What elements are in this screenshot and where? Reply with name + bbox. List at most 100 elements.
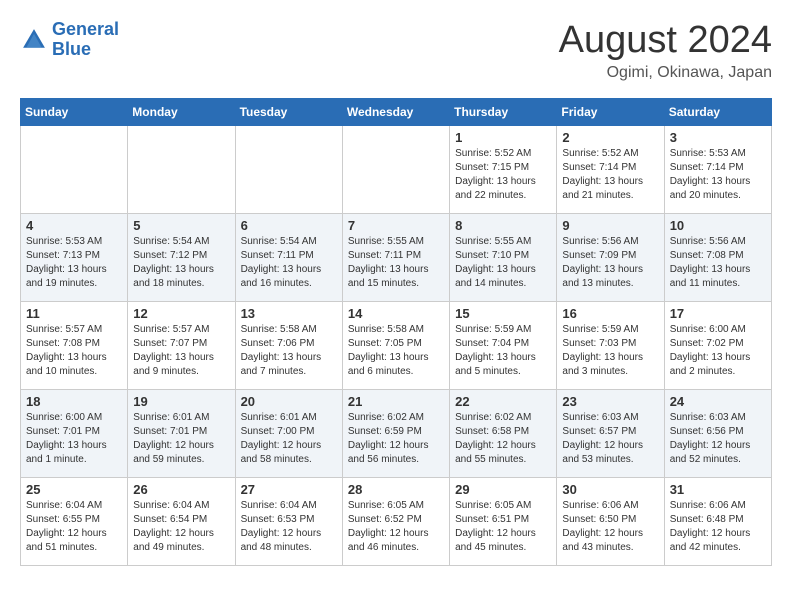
weekday-header-friday: Friday bbox=[557, 98, 664, 125]
calendar-cell: 13Sunrise: 5:58 AM Sunset: 7:06 PM Dayli… bbox=[235, 301, 342, 389]
day-number: 31 bbox=[670, 482, 766, 497]
day-info: Sunrise: 5:56 AM Sunset: 7:09 PM Dayligh… bbox=[562, 235, 658, 291]
logo-line2: Blue bbox=[52, 39, 91, 59]
day-info: Sunrise: 5:56 AM Sunset: 7:08 PM Dayligh… bbox=[670, 235, 766, 291]
calendar-cell: 14Sunrise: 5:58 AM Sunset: 7:05 PM Dayli… bbox=[342, 301, 449, 389]
calendar-cell: 21 Sunrise: 6:02 AM Sunset: 6:59 PM Dayli… bbox=[342, 389, 449, 477]
day-number: 9 bbox=[562, 218, 658, 233]
day-info: Sunrise: 6:03 AM Sunset: 6:56 PM Dayligh… bbox=[670, 411, 766, 467]
day-number: 5 bbox=[133, 218, 229, 233]
calendar-cell: 3Sunrise: 5:53 AM Sunset: 7:14 PM Daylig… bbox=[664, 125, 771, 213]
calendar-cell: 8 Sunrise: 5:55 AM Sunset: 7:10 PM Daylig… bbox=[450, 213, 557, 301]
page-header: General Blue August 2024 Ogimi, Okinawa,… bbox=[20, 20, 772, 82]
calendar-cell: 4 Sunrise: 5:53 AM Sunset: 7:13 PM Daylig… bbox=[21, 213, 128, 301]
calendar-cell: 25 Sunrise: 6:04 AM Sunset: 6:55 PM Dayli… bbox=[21, 477, 128, 565]
day-number: 27 bbox=[241, 482, 337, 497]
location: Ogimi, Okinawa, Japan bbox=[559, 64, 772, 82]
weekday-header-saturday: Saturday bbox=[664, 98, 771, 125]
calendar-cell bbox=[128, 125, 235, 213]
day-number: 14 bbox=[348, 306, 444, 321]
day-number: 30 bbox=[562, 482, 658, 497]
calendar-cell: 17 Sunrise: 6:00 AM Sunset: 7:02 PM Dayli… bbox=[664, 301, 771, 389]
day-number: 25 bbox=[26, 482, 122, 497]
calendar-cell: 9 Sunrise: 5:56 AM Sunset: 7:09 PM Daylig… bbox=[557, 213, 664, 301]
day-info: Sunrise: 6:05 AM Sunset: 6:52 PM Dayligh… bbox=[348, 499, 444, 555]
day-info: Sunrise: 5:53 AM Sunset: 7:14 PM Dayligh… bbox=[670, 147, 766, 203]
calendar-cell bbox=[342, 125, 449, 213]
day-info: Sunrise: 5:53 AM Sunset: 7:13 PM Dayligh… bbox=[26, 235, 122, 291]
calendar-cell: 30 Sunrise: 6:06 AM Sunset: 6:50 PM Dayli… bbox=[557, 477, 664, 565]
day-number: 8 bbox=[455, 218, 551, 233]
day-info: Sunrise: 6:06 AM Sunset: 6:50 PM Dayligh… bbox=[562, 499, 658, 555]
calendar-cell: 29 Sunrise: 6:05 AM Sunset: 6:51 PM Dayli… bbox=[450, 477, 557, 565]
day-number: 4 bbox=[26, 218, 122, 233]
day-info: Sunrise: 5:55 AM Sunset: 7:10 PM Dayligh… bbox=[455, 235, 551, 291]
day-number: 18 bbox=[26, 394, 122, 409]
day-number: 6 bbox=[241, 218, 337, 233]
day-number: 20 bbox=[241, 394, 337, 409]
calendar-cell: 31 Sunrise: 6:06 AM Sunset: 6:48 PM Dayli… bbox=[664, 477, 771, 565]
logo-text: General Blue bbox=[52, 20, 119, 60]
calendar-cell: 26 Sunrise: 6:04 AM Sunset: 6:54 PM Dayli… bbox=[128, 477, 235, 565]
day-number: 28 bbox=[348, 482, 444, 497]
day-number: 23 bbox=[562, 394, 658, 409]
day-info: Sunrise: 6:01 AM Sunset: 7:00 PM Dayligh… bbox=[241, 411, 337, 467]
calendar-cell: 28 Sunrise: 6:05 AM Sunset: 6:52 PM Dayli… bbox=[342, 477, 449, 565]
day-info: Sunrise: 6:04 AM Sunset: 6:55 PM Dayligh… bbox=[26, 499, 122, 555]
calendar-cell: 11 Sunrise: 5:57 AM Sunset: 7:08 PM Dayli… bbox=[21, 301, 128, 389]
day-info: Sunrise: 5:55 AM Sunset: 7:11 PM Dayligh… bbox=[348, 235, 444, 291]
day-number: 21 bbox=[348, 394, 444, 409]
weekday-header-thursday: Thursday bbox=[450, 98, 557, 125]
calendar-cell: 1 Sunrise: 5:52 AM Sunset: 7:15 PM Daylig… bbox=[450, 125, 557, 213]
day-info: Sunrise: 6:03 AM Sunset: 6:57 PM Dayligh… bbox=[562, 411, 658, 467]
day-info: Sunrise: 5:57 AM Sunset: 7:08 PM Dayligh… bbox=[26, 323, 122, 379]
day-number: 1 bbox=[455, 130, 551, 145]
day-info: Sunrise: 5:54 AM Sunset: 7:12 PM Dayligh… bbox=[133, 235, 229, 291]
day-number: 11 bbox=[26, 306, 122, 321]
day-info: Sunrise: 6:00 AM Sunset: 7:02 PM Dayligh… bbox=[670, 323, 766, 379]
calendar-cell: 16Sunrise: 5:59 AM Sunset: 7:03 PM Dayli… bbox=[557, 301, 664, 389]
title-block: August 2024 Ogimi, Okinawa, Japan bbox=[559, 20, 772, 82]
logo-icon bbox=[20, 26, 48, 54]
logo: General Blue bbox=[20, 20, 119, 60]
calendar-cell: 12 Sunrise: 5:57 AM Sunset: 7:07 PM Dayli… bbox=[128, 301, 235, 389]
calendar-cell: 5 Sunrise: 5:54 AM Sunset: 7:12 PM Daylig… bbox=[128, 213, 235, 301]
calendar-cell bbox=[21, 125, 128, 213]
calendar-cell: 20 Sunrise: 6:01 AM Sunset: 7:00 PM Dayli… bbox=[235, 389, 342, 477]
calendar-cell: 7 Sunrise: 5:55 AM Sunset: 7:11 PM Daylig… bbox=[342, 213, 449, 301]
calendar-cell bbox=[235, 125, 342, 213]
weekday-header-sunday: Sunday bbox=[21, 98, 128, 125]
day-number: 15 bbox=[455, 306, 551, 321]
day-info: Sunrise: 6:06 AM Sunset: 6:48 PM Dayligh… bbox=[670, 499, 766, 555]
day-number: 17 bbox=[670, 306, 766, 321]
day-info: Sunrise: 5:57 AM Sunset: 7:07 PM Dayligh… bbox=[133, 323, 229, 379]
calendar-cell: 10 Sunrise: 5:56 AM Sunset: 7:08 PM Dayli… bbox=[664, 213, 771, 301]
day-info: Sunrise: 6:04 AM Sunset: 6:54 PM Dayligh… bbox=[133, 499, 229, 555]
day-info: Sunrise: 6:00 AM Sunset: 7:01 PM Dayligh… bbox=[26, 411, 122, 467]
weekday-header-tuesday: Tuesday bbox=[235, 98, 342, 125]
calendar-cell: 6 Sunrise: 5:54 AM Sunset: 7:11 PM Daylig… bbox=[235, 213, 342, 301]
day-number: 19 bbox=[133, 394, 229, 409]
day-info: Sunrise: 6:01 AM Sunset: 7:01 PM Dayligh… bbox=[133, 411, 229, 467]
day-number: 12 bbox=[133, 306, 229, 321]
day-number: 7 bbox=[348, 218, 444, 233]
day-info: Sunrise: 5:52 AM Sunset: 7:15 PM Dayligh… bbox=[455, 147, 551, 203]
day-number: 13 bbox=[241, 306, 337, 321]
day-info: Sunrise: 6:05 AM Sunset: 6:51 PM Dayligh… bbox=[455, 499, 551, 555]
weekday-header-wednesday: Wednesday bbox=[342, 98, 449, 125]
day-number: 26 bbox=[133, 482, 229, 497]
day-number: 10 bbox=[670, 218, 766, 233]
day-number: 29 bbox=[455, 482, 551, 497]
day-info: Sunrise: 5:54 AM Sunset: 7:11 PM Dayligh… bbox=[241, 235, 337, 291]
calendar-cell: 23 Sunrise: 6:03 AM Sunset: 6:57 PM Dayli… bbox=[557, 389, 664, 477]
day-info: Sunrise: 6:02 AM Sunset: 6:59 PM Dayligh… bbox=[348, 411, 444, 467]
day-number: 24 bbox=[670, 394, 766, 409]
day-number: 22 bbox=[455, 394, 551, 409]
day-info: Sunrise: 6:04 AM Sunset: 6:53 PM Dayligh… bbox=[241, 499, 337, 555]
calendar-cell: 24 Sunrise: 6:03 AM Sunset: 6:56 PM Dayli… bbox=[664, 389, 771, 477]
calendar-cell: 15Sunrise: 5:59 AM Sunset: 7:04 PM Dayli… bbox=[450, 301, 557, 389]
calendar-cell: 2Sunrise: 5:52 AM Sunset: 7:14 PM Daylig… bbox=[557, 125, 664, 213]
day-info: Sunrise: 6:02 AM Sunset: 6:58 PM Dayligh… bbox=[455, 411, 551, 467]
calendar-cell: 19 Sunrise: 6:01 AM Sunset: 7:01 PM Dayli… bbox=[128, 389, 235, 477]
calendar-cell: 18 Sunrise: 6:00 AM Sunset: 7:01 PM Dayli… bbox=[21, 389, 128, 477]
